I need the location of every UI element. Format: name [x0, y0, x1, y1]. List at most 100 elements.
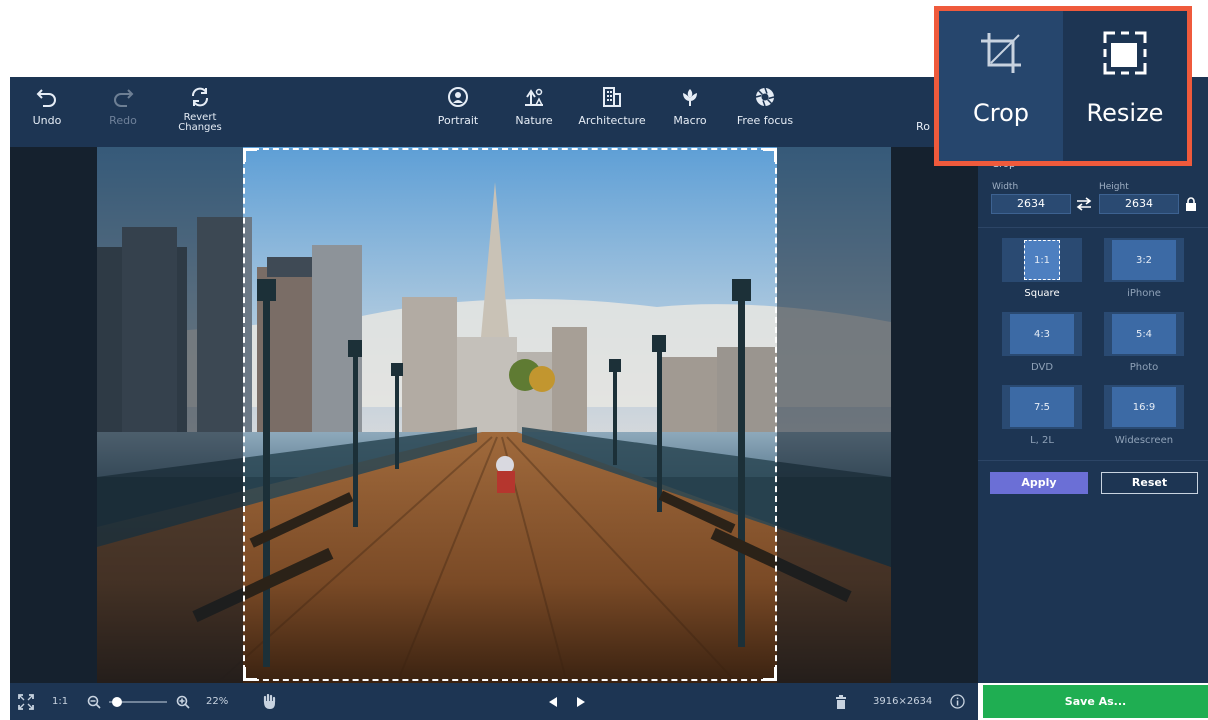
architecture-label: Architecture — [578, 114, 646, 127]
zoom-out-icon — [87, 695, 101, 709]
lock-icon[interactable] — [1185, 197, 1197, 211]
crop-mask-right — [777, 147, 891, 683]
preset-name: L, 2L — [1030, 435, 1054, 446]
crop-icon — [981, 33, 1021, 73]
trash-icon — [836, 694, 846, 709]
redo-label: Redo — [109, 114, 137, 127]
fullscreen-icon — [18, 693, 34, 710]
preset-ratio: 4:3 — [1010, 314, 1074, 354]
crop-mask-left — [97, 147, 243, 683]
preset-photo[interactable]: 5:4 Photo — [1104, 312, 1184, 373]
reset-button[interactable]: Reset — [1101, 472, 1198, 494]
info-button[interactable] — [950, 683, 965, 720]
resize-tab-label: Resize — [1086, 99, 1164, 127]
portrait-button[interactable]: Portrait — [430, 77, 486, 147]
free-focus-icon — [755, 87, 775, 107]
macro-label: Macro — [673, 114, 707, 127]
preset-name: Photo — [1129, 362, 1159, 373]
save-as-button[interactable]: Save As... — [983, 685, 1208, 718]
preset-thumbnail: 7:5 — [1002, 385, 1082, 429]
zoom-level: 22% — [206, 696, 229, 707]
height-label: Height — [1099, 182, 1129, 192]
actual-size-button[interactable]: 1:1 — [52, 683, 68, 720]
architecture-icon — [603, 87, 621, 107]
redo-icon — [114, 89, 134, 107]
preset-name: DVD — [1030, 362, 1054, 373]
zoom-in-button[interactable] — [176, 683, 190, 720]
zoom-out-button[interactable] — [87, 683, 101, 720]
preset-thumbnail: 1:1 — [1002, 238, 1082, 282]
hand-icon — [263, 693, 276, 709]
next-icon — [577, 696, 585, 707]
info-icon — [950, 694, 965, 709]
crop-resize-callout: Crop Resize — [934, 6, 1192, 166]
crop-handle-top-left[interactable] — [243, 148, 257, 162]
redo-button[interactable]: Redo — [100, 77, 146, 147]
crop-settings-panel: Crop Width Height 2634 2634 1:1 Square 3… — [978, 147, 1208, 683]
revert-changes-button[interactable]: Revert Changes — [170, 77, 230, 147]
rotate-label: Ro — [916, 120, 930, 133]
crop-tab-label: Crop — [972, 99, 1029, 127]
zoom-in-icon — [176, 695, 190, 709]
width-field[interactable]: 2634 — [991, 194, 1071, 214]
panel-divider — [978, 460, 1208, 461]
panel-divider — [978, 227, 1208, 228]
hand-tool-button[interactable] — [262, 683, 276, 720]
undo-button[interactable]: Undo — [24, 77, 70, 147]
preset-name: iPhone — [1127, 288, 1161, 299]
prev-icon — [549, 696, 557, 707]
preset-thumbnail: 16:9 — [1104, 385, 1184, 429]
delete-button[interactable] — [835, 683, 847, 720]
preset-ratio: 1:1 — [1024, 240, 1060, 280]
preset-ratio: 16:9 — [1112, 387, 1176, 427]
revert-icon — [192, 87, 208, 107]
preset-name: Square — [1024, 288, 1060, 299]
rotate-button[interactable]: Ro — [910, 77, 936, 147]
swap-icon[interactable] — [1076, 197, 1092, 211]
previous-image-button[interactable] — [548, 683, 558, 720]
bottom-bar: 1:1 22% 3916×2634 — [10, 683, 978, 720]
image-dimensions: 3916×2634 — [873, 696, 933, 707]
zoom-slider-track — [109, 696, 167, 707]
nature-label: Nature — [515, 114, 553, 127]
crop-handle-bottom-left[interactable] — [243, 667, 257, 681]
nature-button[interactable]: Nature — [506, 77, 562, 147]
apply-button[interactable]: Apply — [990, 472, 1088, 494]
photo-editor-app: Undo Redo Revert Changes Portrait Nature… — [0, 0, 1208, 720]
preset-thumbnail: 4:3 — [1002, 312, 1082, 356]
zoom-slider[interactable] — [107, 683, 169, 720]
preset-l2l[interactable]: 7:5 L, 2L — [1002, 385, 1082, 446]
next-image-button[interactable] — [576, 683, 586, 720]
height-field[interactable]: 2634 — [1099, 194, 1179, 214]
preset-widescreen[interactable]: 16:9 Widescreen — [1104, 385, 1184, 446]
resize-icon — [1103, 31, 1147, 75]
portrait-label: Portrait — [437, 114, 479, 127]
crop-handle-bottom-right[interactable] — [763, 667, 777, 681]
macro-icon — [683, 89, 697, 106]
resize-tab[interactable]: Resize — [1063, 11, 1187, 161]
architecture-button[interactable]: Architecture — [573, 77, 651, 147]
preset-thumbnail: 5:4 — [1104, 312, 1184, 356]
preset-name: Widescreen — [1114, 435, 1174, 446]
preset-ratio: 5:4 — [1112, 314, 1176, 354]
crop-frame[interactable] — [243, 148, 777, 681]
preset-thumbnail: 3:2 — [1104, 238, 1184, 282]
preset-ratio: 7:5 — [1010, 387, 1074, 427]
crop-tab[interactable]: Crop — [939, 11, 1063, 161]
fullscreen-button[interactable] — [18, 683, 34, 720]
undo-icon — [36, 89, 56, 107]
revert-label-line2: Changes — [178, 122, 222, 133]
crop-handle-top-right[interactable] — [763, 148, 777, 162]
preset-iphone[interactable]: 3:2 iPhone — [1104, 238, 1184, 299]
portrait-icon — [448, 87, 468, 107]
preset-ratio: 3:2 — [1112, 240, 1176, 280]
preset-square[interactable]: 1:1 Square — [1002, 238, 1082, 299]
editing-canvas[interactable] — [10, 147, 978, 683]
free-focus-label: Free focus — [736, 114, 794, 127]
macro-button[interactable]: Macro — [664, 77, 716, 147]
nature-icon — [525, 88, 543, 106]
free-focus-button[interactable]: Free focus — [732, 77, 798, 147]
preset-dvd[interactable]: 4:3 DVD — [1002, 312, 1082, 373]
undo-label: Undo — [32, 114, 62, 127]
width-label: Width — [992, 182, 1019, 192]
